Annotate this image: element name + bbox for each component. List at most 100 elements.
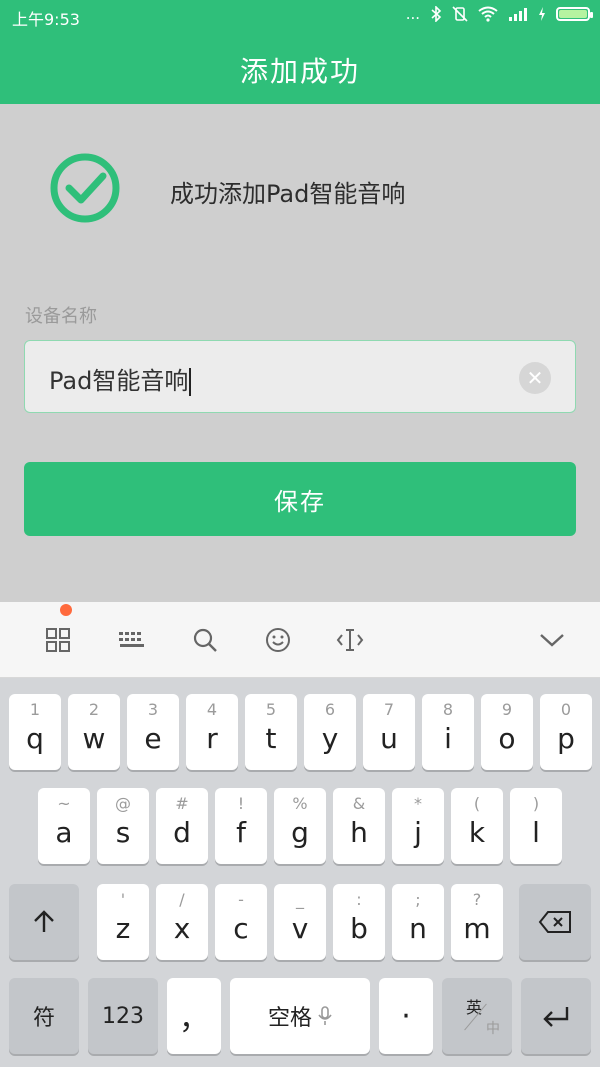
shift-key[interactable] [9, 884, 79, 960]
key-p[interactable]: 0p [540, 694, 592, 770]
key-secondary-label: 4 [206, 700, 218, 719]
key-secondary-label: ! [237, 794, 245, 813]
key-primary-label: p [557, 722, 575, 755]
key-l[interactable]: ) l [510, 788, 562, 864]
search-icon [193, 628, 217, 652]
key-s[interactable]: @ s [97, 788, 149, 864]
key-g[interactable]: % g [274, 788, 326, 864]
key-secondary-label: ( [473, 794, 481, 813]
key-h[interactable]: & h [333, 788, 385, 864]
comma-key[interactable]: ， [167, 978, 221, 1054]
key-f[interactable]: ! f [215, 788, 267, 864]
key-primary-label: r [206, 722, 218, 755]
key-primary-label: n [409, 912, 427, 945]
device-name-input[interactable]: Pad智能音响 ✕ [24, 340, 576, 413]
numbers-key[interactable]: 123 [88, 978, 158, 1054]
shift-arrow-icon [34, 910, 54, 932]
emoji-button[interactable] [262, 624, 294, 656]
key-primary-label: l [532, 816, 540, 849]
keyboard-layout-button[interactable] [116, 624, 148, 656]
period-key[interactable]: · [379, 978, 433, 1054]
backspace-icon [538, 911, 571, 933]
key-secondary-label: 6 [324, 700, 336, 719]
lang-zh-label: 中 [486, 1021, 500, 1037]
success-check-icon [50, 153, 120, 223]
backspace-key[interactable] [519, 884, 591, 960]
key-j[interactable]: * j [392, 788, 444, 864]
key-primary-label: a [55, 816, 73, 849]
clear-input-button[interactable]: ✕ [519, 362, 551, 394]
title-bar: 添加成功 [0, 32, 600, 104]
key-v[interactable]: _ v [274, 884, 326, 960]
keyboard-toolbar [0, 602, 600, 678]
cursor-move-button[interactable] [334, 624, 366, 656]
key-primary-label: h [350, 816, 368, 849]
key-primary-label: s [115, 816, 131, 849]
notification-badge [60, 604, 72, 616]
key-x[interactable]: / x [156, 884, 208, 960]
key-r[interactable]: 4r [186, 694, 238, 770]
search-button[interactable] [189, 624, 221, 656]
content-area: 成功添加Pad智能音响 设备名称 Pad智能音响 ✕ 保存 [0, 104, 600, 602]
page-title: 添加成功 [239, 55, 360, 88]
key-i[interactable]: 8i [422, 694, 474, 770]
key-secondary-label: 9 [501, 700, 513, 719]
key-secondary-label: - [238, 890, 244, 909]
key-u[interactable]: 7u [363, 694, 415, 770]
device-name-value: Pad智能音响 [49, 361, 192, 396]
status-icons: ... [405, 5, 593, 23]
space-key[interactable]: 空格 [230, 978, 370, 1054]
key-primary-label: o [498, 722, 516, 755]
key-secondary-label: 7 [383, 700, 395, 719]
key-primary-label: z [115, 912, 131, 945]
language-switch-key[interactable]: 英 中 [442, 978, 512, 1054]
key-a[interactable]: ~ a [38, 788, 90, 864]
status-time: 上午9:53 [12, 10, 80, 29]
symbols-key[interactable]: 符 [9, 978, 79, 1054]
key-d[interactable]: # d [156, 788, 208, 864]
key-secondary-label: / [179, 890, 185, 909]
key-e[interactable]: 3e [127, 694, 179, 770]
more-dots: ... [405, 5, 420, 23]
text-cursor-icon [336, 629, 364, 651]
key-secondary-label: 0 [560, 700, 572, 719]
key-t[interactable]: 5t [245, 694, 297, 770]
key-secondary-label: ; [415, 890, 421, 909]
key-primary-label: v [291, 912, 309, 945]
charging-icon [539, 7, 545, 21]
status-bar: 上午9:53 ... [0, 0, 600, 32]
key-primary-label: b [350, 912, 368, 945]
smiley-icon [266, 628, 290, 652]
save-button[interactable]: 保存 [24, 462, 576, 536]
key-z[interactable]: ' z [97, 884, 149, 960]
key-primary-label: j [414, 816, 422, 849]
key-n[interactable]: ; n [392, 884, 444, 960]
key-primary-label: q [26, 722, 44, 755]
signal-icon [509, 8, 527, 21]
key-y[interactable]: 6y [304, 694, 356, 770]
key-c[interactable]: -c [215, 884, 267, 960]
key-secondary-label: 1 [29, 700, 41, 719]
keyboard-icon [119, 632, 144, 647]
key-primary-label: m [463, 912, 491, 945]
hide-keyboard-button[interactable] [536, 624, 568, 656]
key-k[interactable]: (k [451, 788, 503, 864]
key-secondary-label: % [292, 794, 308, 813]
key-w[interactable]: 2w [68, 694, 120, 770]
key-b[interactable]: :b [333, 884, 385, 960]
key-primary-label: c [233, 912, 249, 945]
numbers-key-label: 123 [102, 1003, 144, 1029]
key-m[interactable]: ? m [451, 884, 503, 960]
wifi-icon [478, 6, 498, 22]
key-secondary-label: ~ [57, 794, 71, 813]
key-o[interactable]: 9o [481, 694, 533, 770]
key-q[interactable]: 1q [9, 694, 61, 770]
key-primary-label: i [444, 722, 452, 755]
key-primary-label: g [291, 816, 309, 849]
key-primary-label: e [144, 722, 162, 755]
bluetooth-icon [431, 6, 442, 22]
enter-key[interactable] [521, 978, 591, 1054]
key-primary-label: x [173, 912, 191, 945]
apps-grid-button[interactable] [42, 624, 74, 656]
comma-key-label: ， [179, 1002, 209, 1037]
